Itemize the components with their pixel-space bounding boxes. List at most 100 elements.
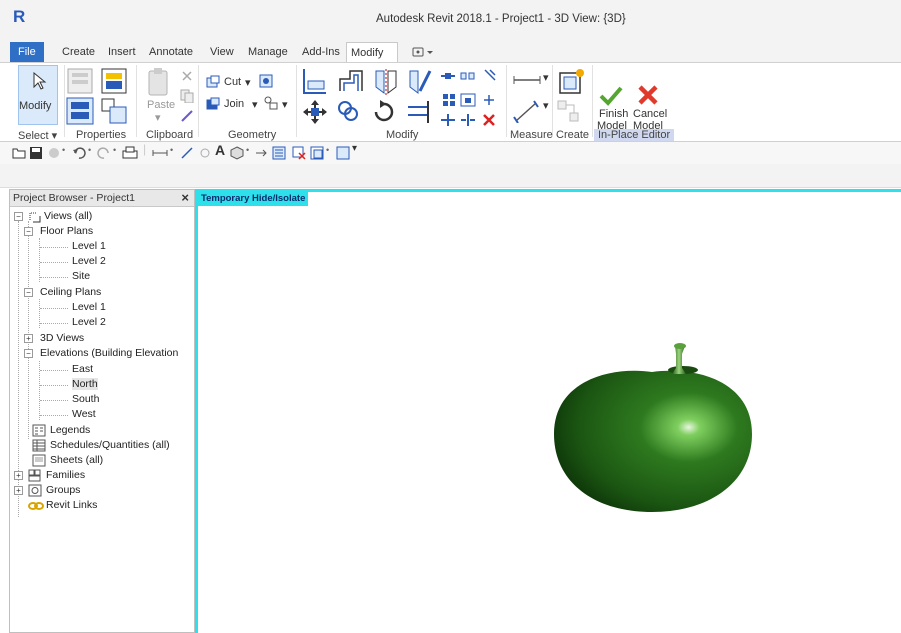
- move-small-icon[interactable]: [440, 69, 456, 83]
- redo-dropdown-icon[interactable]: •: [113, 145, 116, 155]
- join-dropdown-icon[interactable]: ▾: [252, 98, 258, 111]
- tab-annotate[interactable]: Annotate: [145, 42, 197, 62]
- trim-extend-icon[interactable]: [406, 99, 434, 125]
- expand-icon[interactable]: +: [24, 334, 33, 343]
- scale-icon[interactable]: [460, 93, 476, 107]
- split-element-icon[interactable]: [440, 113, 456, 127]
- measure-dropdown-icon[interactable]: ▾: [543, 71, 549, 84]
- 3d-view-canvas[interactable]: Temporary Hide/Isolate: [195, 189, 901, 633]
- apple-model[interactable]: [548, 342, 758, 522]
- create-similar-icon[interactable]: [556, 67, 586, 97]
- create-group-icon[interactable]: [556, 99, 582, 125]
- close-icon[interactable]: ×: [181, 190, 189, 205]
- copy-icon[interactable]: [180, 89, 194, 103]
- family-types-icon[interactable]: [100, 97, 130, 125]
- match-type-icon[interactable]: [180, 109, 194, 123]
- cut-geometry-label[interactable]: Cut: [224, 76, 241, 88]
- sync-icon[interactable]: [47, 146, 61, 160]
- tab-modify[interactable]: Modify: [346, 42, 398, 62]
- modify-button[interactable]: Modify: [18, 65, 58, 125]
- switch-windows-dropdown-icon[interactable]: •: [326, 145, 329, 155]
- dimension-dropdown-icon[interactable]: ▾: [543, 99, 549, 112]
- move-icon[interactable]: [302, 99, 328, 125]
- type-selector-icon[interactable]: [100, 67, 130, 97]
- unpin-icon[interactable]: [482, 93, 496, 107]
- rotate-icon[interactable]: [370, 99, 398, 125]
- paste-icon[interactable]: [146, 67, 172, 97]
- contextual-tab-dropdown-icon[interactable]: [412, 46, 434, 58]
- customize-qat-icon[interactable]: ▾: [352, 143, 357, 154]
- revit-logo[interactable]: R: [13, 7, 25, 27]
- cancel-model-x-icon[interactable]: [636, 83, 660, 107]
- mirror-pick-axis-icon[interactable]: [372, 67, 400, 97]
- finish-model-button[interactable]: Finish: [599, 108, 628, 120]
- wall-joins-icon[interactable]: [258, 73, 274, 89]
- tab-view[interactable]: View: [206, 42, 238, 62]
- section-icon[interactable]: [254, 146, 268, 160]
- redo-icon[interactable]: [97, 146, 111, 160]
- panel-select[interactable]: Select ▾: [18, 129, 57, 142]
- dimension-icon[interactable]: [512, 99, 540, 123]
- undo-dropdown-icon[interactable]: •: [88, 145, 91, 155]
- sync-dropdown-icon[interactable]: •: [62, 145, 65, 155]
- 3d-view-dropdown-icon[interactable]: •: [246, 145, 249, 155]
- default-3d-view-icon[interactable]: [230, 146, 244, 160]
- tab-file[interactable]: File: [10, 42, 44, 62]
- tree-item-site[interactable]: Site: [72, 269, 90, 284]
- collapse-icon[interactable]: −: [24, 227, 33, 236]
- collapse-icon[interactable]: −: [14, 212, 23, 221]
- text-icon[interactable]: A: [215, 142, 225, 158]
- pin-icon[interactable]: [482, 67, 498, 83]
- cut-geometry-icon[interactable]: [206, 75, 222, 89]
- tree-item-south[interactable]: South: [72, 392, 99, 407]
- split-gap-icon[interactable]: [460, 113, 476, 127]
- cancel-model-button[interactable]: Cancel: [633, 108, 667, 120]
- finish-model-check-icon[interactable]: [598, 85, 624, 107]
- properties-palette-icon[interactable]: [66, 97, 96, 125]
- save-icon[interactable]: [29, 146, 43, 160]
- type-properties-icon[interactable]: [66, 67, 96, 97]
- split-face-icon[interactable]: [263, 95, 279, 111]
- offset-icon[interactable]: [336, 67, 366, 97]
- align-icon[interactable]: [300, 67, 328, 97]
- tree-item-north[interactable]: North: [72, 377, 98, 392]
- tree-item-floor-level-2[interactable]: Level 2: [72, 254, 106, 269]
- collapse-icon[interactable]: −: [24, 349, 33, 358]
- measure-qat-icon[interactable]: [152, 146, 168, 160]
- expand-icon[interactable]: +: [14, 471, 23, 480]
- undo-icon[interactable]: [72, 146, 86, 160]
- paste-dropdown-icon[interactable]: ▾: [155, 111, 161, 124]
- tree-item-ceiling-level-1[interactable]: Level 1: [72, 300, 106, 315]
- tab-create[interactable]: Create: [58, 42, 99, 62]
- aligned-dimension-icon[interactable]: [180, 146, 194, 160]
- measure-between-icon[interactable]: [512, 73, 542, 87]
- copy-elements-icon[interactable]: [460, 69, 476, 83]
- mirror-draw-axis-icon[interactable]: [406, 67, 434, 97]
- tab-manage[interactable]: Manage: [244, 42, 292, 62]
- cut-clipboard-icon[interactable]: [180, 69, 194, 83]
- measure-qat-dropdown-icon[interactable]: •: [170, 145, 173, 155]
- array-icon[interactable]: [442, 93, 456, 107]
- thin-lines-icon[interactable]: [272, 146, 286, 160]
- tab-add-ins[interactable]: Add-Ins: [298, 42, 344, 62]
- expand-icon[interactable]: +: [14, 486, 23, 495]
- tree-item-ceiling-level-2[interactable]: Level 2: [72, 315, 106, 330]
- tree-item-west[interactable]: West: [72, 407, 96, 422]
- collapse-icon[interactable]: −: [24, 288, 33, 297]
- open-folder-icon[interactable]: [12, 146, 26, 160]
- switch-windows-icon[interactable]: [310, 146, 324, 160]
- delete-icon[interactable]: [482, 113, 496, 127]
- split-dropdown-icon[interactable]: ▾: [282, 98, 288, 111]
- project-browser-title: Project Browser - Project1: [13, 192, 135, 204]
- join-geometry-label[interactable]: Join: [224, 98, 244, 110]
- copy-circles-icon[interactable]: [336, 99, 362, 125]
- tree-item-floor-level-1[interactable]: Level 1: [72, 239, 106, 254]
- tag-by-category-icon[interactable]: [198, 146, 212, 160]
- cut-dropdown-icon[interactable]: ▾: [245, 76, 251, 89]
- tile-views-icon[interactable]: [336, 146, 350, 160]
- tab-insert[interactable]: Insert: [104, 42, 140, 62]
- join-geometry-icon[interactable]: [206, 97, 222, 111]
- tree-item-east[interactable]: East: [72, 362, 93, 377]
- print-icon[interactable]: [122, 146, 138, 160]
- close-hidden-windows-icon[interactable]: [292, 146, 306, 160]
